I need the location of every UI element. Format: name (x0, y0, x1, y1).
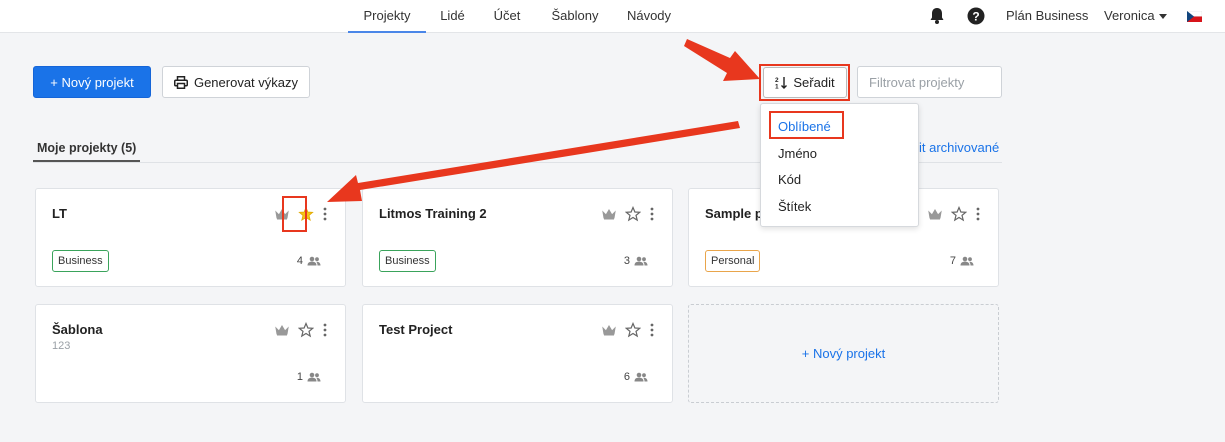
arrow-to-sort-icon (684, 39, 760, 81)
crown-icon[interactable] (928, 208, 942, 220)
printer-icon (173, 75, 188, 89)
more-options-icon[interactable] (323, 207, 327, 221)
user-menu[interactable]: Veronica (1104, 0, 1167, 33)
member-count: 1 (297, 371, 321, 383)
nav-navody[interactable]: Návody (620, 0, 678, 33)
member-count: 4 (297, 255, 321, 267)
czech-flag-icon[interactable] (1186, 0, 1203, 33)
project-name: LT (52, 206, 67, 221)
card-actions (602, 321, 654, 339)
new-project-button[interactable]: + Nový projekt (33, 66, 151, 98)
user-name: Veronica (1104, 8, 1155, 23)
plan-badge: Business (379, 250, 436, 272)
more-options-icon[interactable] (976, 207, 980, 221)
card-actions (928, 205, 980, 223)
sort-option-name[interactable]: Jméno (778, 146, 817, 161)
top-nav: Projekty Lidé Účet Šablony Návody ? Plán… (0, 0, 1225, 33)
nav-ucet[interactable]: Účet (484, 0, 530, 33)
help-icon[interactable]: ? (967, 0, 985, 33)
nav-lide[interactable]: Lidé (430, 0, 475, 33)
project-name: Šablona (52, 322, 103, 337)
nav-sablony[interactable]: Šablony (543, 0, 607, 33)
members-icon (307, 256, 321, 266)
member-count: 6 (624, 371, 648, 383)
svg-text:?: ? (972, 10, 979, 24)
project-card[interactable]: Litmos Training 2 Business 3 (362, 188, 673, 287)
tab-my-projects[interactable]: Moje projekty (5) (33, 134, 141, 162)
members-icon (960, 256, 974, 266)
card-actions (602, 205, 654, 223)
sort-option-code[interactable]: Kód (778, 172, 801, 187)
member-count-value: 3 (623, 255, 630, 267)
members-icon (634, 256, 648, 266)
more-options-icon[interactable] (323, 323, 327, 337)
favorite-highlight-box (282, 196, 307, 232)
sort-highlight-box (759, 64, 850, 101)
star-icon[interactable] (625, 322, 641, 338)
plan-badge: Business (52, 250, 109, 272)
member-count-value: 7 (949, 255, 956, 267)
show-archived-link[interactable]: it archivované (919, 140, 999, 155)
star-icon[interactable] (951, 206, 967, 222)
plan-label[interactable]: Plán Business (1006, 0, 1088, 33)
filter-projects-input[interactable] (857, 66, 1002, 98)
more-options-icon[interactable] (650, 207, 654, 221)
members-icon (307, 372, 321, 382)
crown-icon[interactable] (602, 324, 616, 336)
member-count-value: 4 (296, 255, 303, 267)
more-options-icon[interactable] (650, 323, 654, 337)
members-icon (634, 372, 648, 382)
member-count-value: 1 (296, 371, 303, 383)
crown-icon[interactable] (602, 208, 616, 220)
member-count: 7 (950, 255, 974, 267)
sort-option-tag[interactable]: Štítek (778, 199, 811, 214)
project-name: Test Project (379, 322, 453, 337)
nav-projekty[interactable]: Projekty (348, 0, 426, 33)
generate-reports-label: Generovat výkazy (193, 74, 299, 90)
generate-reports-button[interactable]: Generovat výkazy (162, 66, 310, 98)
favorites-option-highlight-box (769, 111, 844, 139)
star-icon[interactable] (625, 206, 641, 222)
star-icon[interactable] (298, 322, 314, 338)
new-project-card[interactable]: + Nový projekt (688, 304, 999, 403)
member-count-value: 6 (623, 371, 630, 383)
project-card[interactable]: Šablona 123 1 (35, 304, 346, 403)
project-name: Sample pr (705, 206, 768, 221)
project-code: 123 (52, 340, 71, 352)
card-actions (275, 321, 327, 339)
project-name: Litmos Training 2 (379, 206, 487, 221)
member-count: 3 (624, 255, 648, 267)
chevron-down-icon (1158, 14, 1167, 20)
plan-badge: Personal (705, 250, 761, 272)
bell-icon[interactable] (929, 0, 945, 33)
crown-icon[interactable] (275, 324, 289, 336)
project-card[interactable]: Test Project 6 (362, 304, 673, 403)
